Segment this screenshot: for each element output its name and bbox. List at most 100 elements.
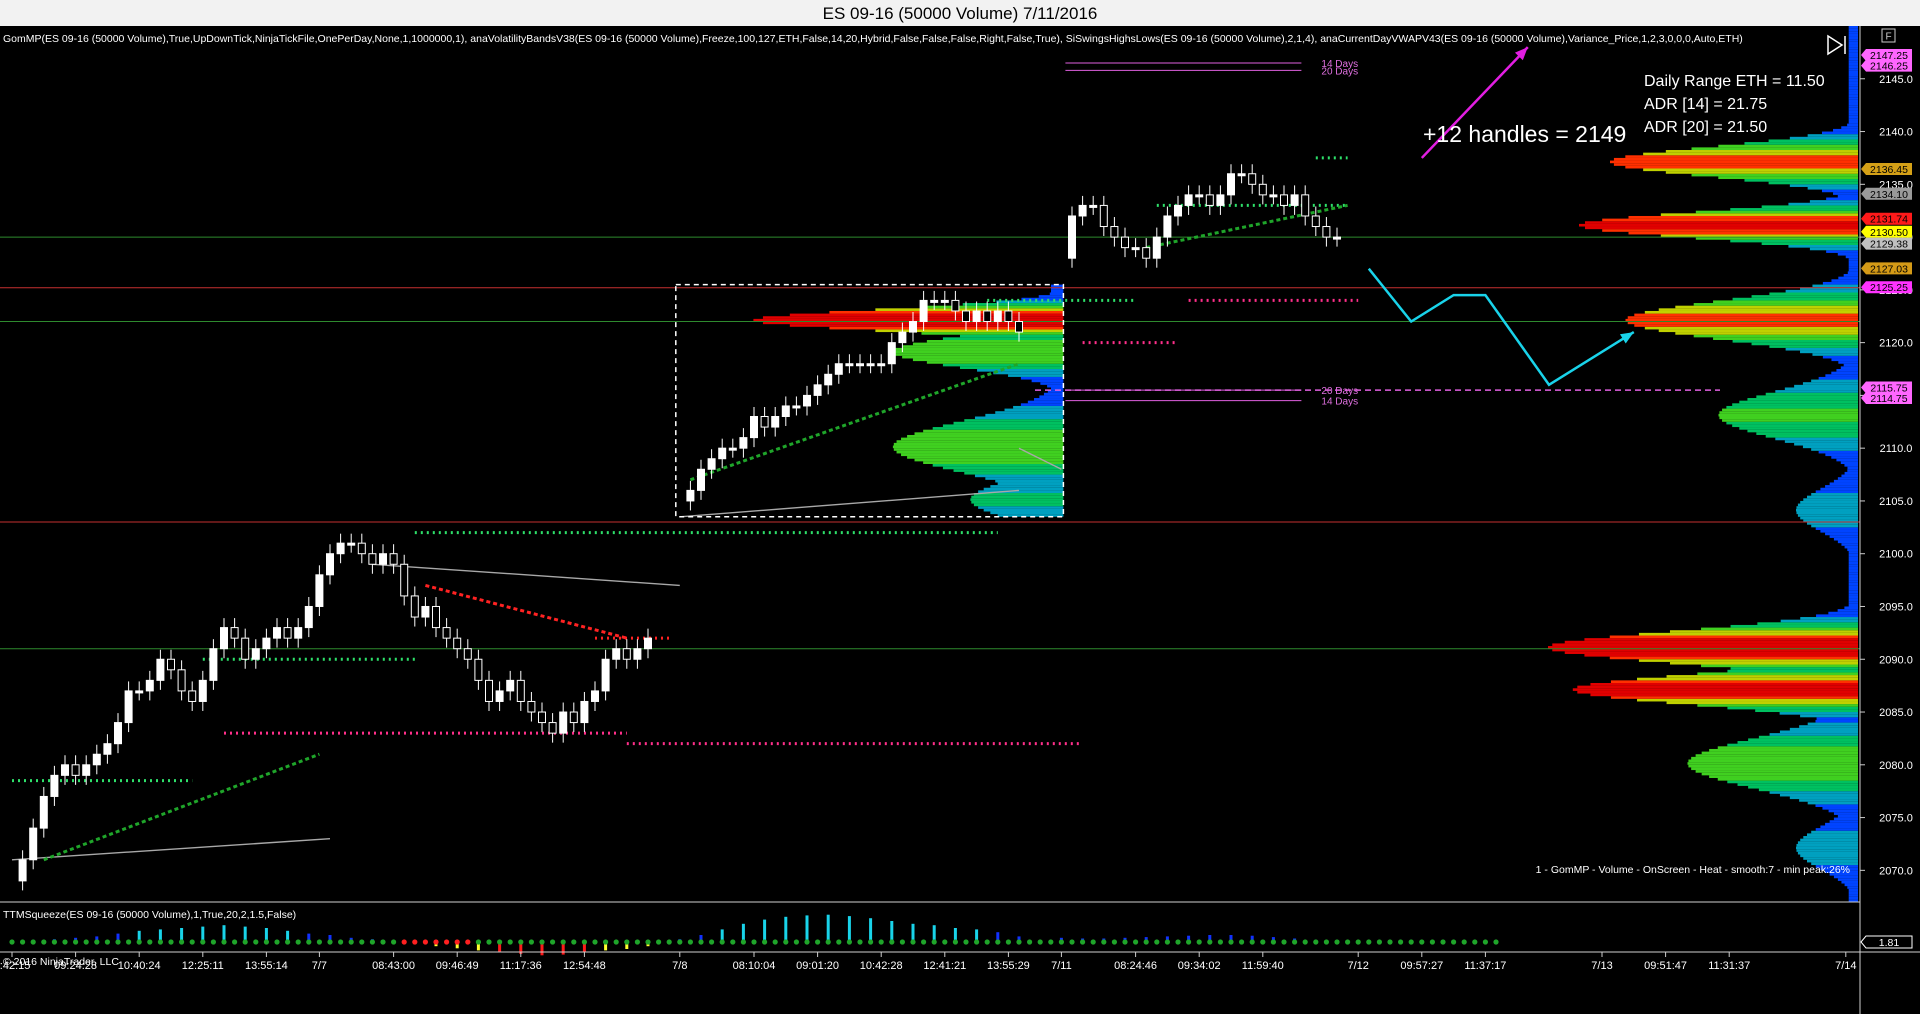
profile-bar (1837, 477, 1858, 480)
session-profile-bar (942, 363, 1064, 367)
session-profile-bar (901, 437, 1064, 441)
profile-bar (1627, 316, 1858, 319)
profile-bar (1613, 157, 1858, 161)
candle-body (156, 658, 165, 681)
candle-body (877, 363, 886, 367)
profile-bar (1779, 712, 1858, 715)
profile-bar (1794, 384, 1858, 388)
candle-body (114, 722, 122, 745)
session-profile-bar (1013, 405, 1064, 409)
profile-bar (1579, 223, 1858, 227)
squeeze-dot (1207, 939, 1213, 945)
candle-body (92, 753, 101, 766)
squeeze-dot (1005, 939, 1012, 945)
squeeze-dot (1355, 939, 1361, 945)
profile-bar (1643, 168, 1858, 172)
session-profile-bar (1027, 400, 1064, 404)
profile-bar (1848, 81, 1858, 85)
candle-body (1216, 194, 1225, 206)
candle-body (771, 416, 780, 428)
squeeze-dot (666, 939, 672, 945)
price-badge-label: 2114.75 (1870, 393, 1907, 405)
profile-bar (1666, 675, 1858, 678)
squeeze-dot (677, 939, 683, 945)
profile-bar (1789, 184, 1858, 187)
profile-bar (1637, 698, 1858, 702)
squeeze-dot (454, 939, 460, 945)
profile-bar (1837, 252, 1858, 256)
candle-body (993, 310, 1002, 323)
squeeze-dot (1323, 939, 1329, 945)
x-tick-label: 09:46:49 (436, 960, 479, 972)
profile-bar (1732, 297, 1858, 301)
candle-body (135, 690, 144, 694)
profile-bar (1848, 68, 1858, 71)
profile-bar (1769, 791, 1858, 794)
price-badge-label: 2125.25 (1870, 282, 1908, 294)
candle-body (750, 416, 758, 439)
profile-bar (1837, 878, 1858, 881)
y-tick-label: 2090.0 (1879, 654, 1913, 666)
profile-bar (1844, 545, 1858, 549)
profile-bar (1747, 429, 1858, 433)
profile-bar (1789, 727, 1858, 731)
candle-body (1290, 194, 1299, 206)
profile-bar (1825, 532, 1858, 536)
profile-bar (1847, 123, 1858, 127)
squeeze-dot (942, 939, 948, 945)
candle-body (1205, 194, 1214, 206)
session-profile-bar (964, 419, 1064, 422)
profile-bar (1796, 849, 1858, 852)
profile-bar (1803, 498, 1858, 501)
profile-bar (1848, 266, 1858, 269)
profile-bar (1675, 332, 1858, 335)
profile-bar (1833, 875, 1858, 879)
price-badge-label: 2131.74 (1870, 214, 1908, 226)
profile-bar (1841, 880, 1858, 884)
squeeze-dot (1302, 939, 1308, 945)
candle-body (294, 627, 303, 639)
squeeze-dot (836, 939, 842, 945)
squeeze-dot (51, 939, 58, 945)
candle-body (506, 679, 515, 692)
session-profile-bar (1051, 289, 1064, 293)
squeeze-dot (793, 939, 800, 945)
squeeze-dot (295, 939, 301, 945)
session-profile-bar (923, 429, 1064, 433)
profile-bar (1818, 376, 1858, 380)
panel-f-icon[interactable]: F (1881, 28, 1896, 43)
profile-bar (1717, 746, 1858, 749)
squeeze-dot (1472, 939, 1478, 945)
profile-bar (1815, 828, 1858, 831)
profile-bar (1796, 506, 1858, 509)
chart[interactable]: 14 Days20 Days20 Days14 Days +12 handles… (0, 26, 1920, 1014)
squeeze-dot (274, 939, 280, 945)
candle-body (856, 363, 864, 367)
squeeze-dot (740, 939, 747, 945)
profile-bar (1726, 405, 1858, 409)
profile-bar (1848, 76, 1858, 79)
squeeze-dot (634, 939, 641, 945)
session-profile-bar (902, 345, 1064, 348)
profile-bar (1610, 160, 1858, 164)
profile-bar (1768, 139, 1858, 143)
squeeze-dot (359, 939, 365, 945)
profile-bar (1761, 242, 1858, 245)
candle-body (209, 648, 218, 681)
profile-bar (1848, 89, 1858, 92)
profile-bar (1837, 814, 1858, 818)
candle-body (697, 468, 705, 491)
squeeze-dot (995, 939, 1001, 945)
profile-bar (1610, 680, 1858, 683)
candle-body (1099, 204, 1108, 228)
squeeze-dot (168, 939, 174, 945)
session-profile-bar (1008, 374, 1064, 377)
profile-bar (1628, 231, 1858, 235)
candle-body (124, 690, 133, 724)
candle-body (1301, 194, 1310, 217)
session-profile-bar (902, 355, 1064, 359)
squeeze-dot (338, 939, 344, 945)
session-profile-bar (892, 445, 1064, 449)
profile-bar (1768, 181, 1858, 185)
squeeze-dot (1186, 939, 1192, 945)
